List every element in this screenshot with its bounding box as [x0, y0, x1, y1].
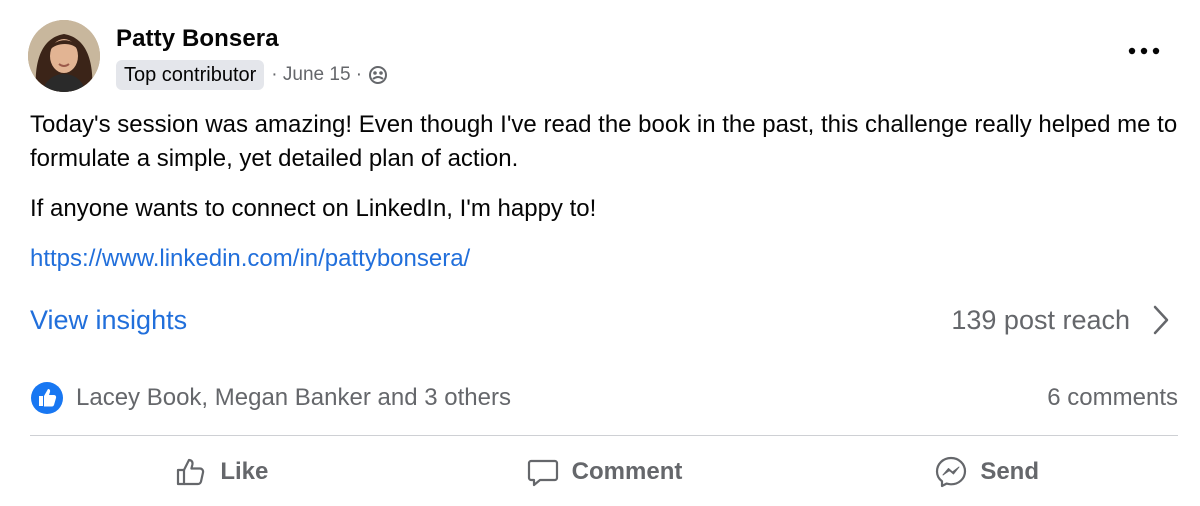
insights-bar: View insights 139 post reach	[30, 298, 1170, 342]
like-label: Like	[220, 458, 269, 485]
chevron-right-icon	[1153, 305, 1169, 335]
post-reach-button[interactable]: 139 post reach	[951, 304, 1170, 336]
post-date[interactable]: · June 15 ·	[271, 64, 362, 86]
send-button[interactable]: Send	[795, 444, 1178, 500]
view-insights-link[interactable]: View insights	[30, 305, 187, 336]
reactions-summary[interactable]: Lacey Book, Megan Banker and 3 others	[30, 381, 511, 415]
contributor-badge[interactable]: Top contributor	[116, 60, 265, 90]
messenger-icon	[936, 456, 967, 488]
like-reaction-icon	[31, 382, 63, 414]
post-paragraph: If anyone wants to connect on LinkedIn, …	[30, 195, 597, 222]
reactors-text: Lacey Book, Megan Banker and 3 others	[76, 384, 511, 411]
comments-count[interactable]: 6 comments	[1047, 384, 1178, 412]
author-name[interactable]: Patty Bonsera	[116, 25, 279, 53]
comment-label: Comment	[571, 458, 683, 485]
group-icon[interactable]	[368, 65, 388, 85]
post-actions: Like Comment Send	[30, 444, 1178, 500]
like-button[interactable]: Like	[30, 444, 413, 500]
thumbs-up-icon	[177, 458, 205, 486]
comment-icon	[527, 459, 558, 487]
more-options-icon[interactable]	[1124, 36, 1164, 66]
post-reach: 139 post reach	[951, 304, 1130, 335]
post-body: Today's session was amazing! Even though…	[30, 108, 1180, 292]
avatar[interactable]	[28, 20, 100, 92]
reactions-bar: Lacey Book, Megan Banker and 3 others 6 …	[30, 380, 1178, 416]
divider	[30, 435, 1178, 436]
post-card: Patty Bonsera Top contributor · June 15 …	[0, 0, 1200, 506]
comment-button[interactable]: Comment	[413, 444, 796, 500]
linkedin-link[interactable]: https://www.linkedin.com/in/pattybonsera…	[30, 245, 470, 272]
send-label: Send	[980, 458, 1040, 485]
post-paragraph: Today's session was amazing! Even though…	[30, 111, 1178, 172]
post-meta: Top contributor · June 15 ·	[116, 59, 388, 91]
